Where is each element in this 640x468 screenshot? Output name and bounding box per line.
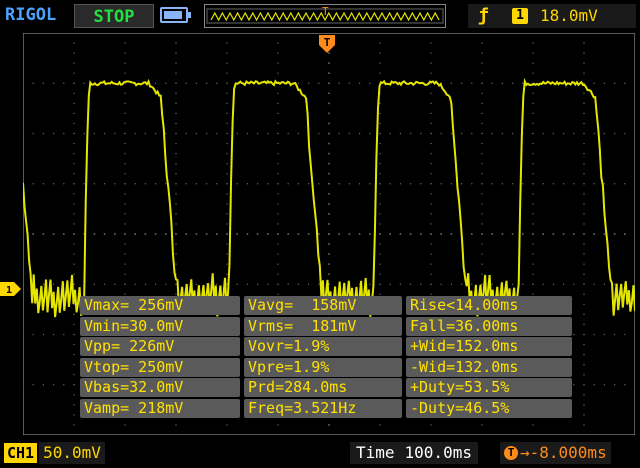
- measurement-value: Vmin=30.0mV: [80, 316, 240, 336]
- top-status-bar: RIGOL STOP T ƒ 1 18.0mV: [0, 0, 640, 32]
- trigger-panel[interactable]: ƒ 1 18.0mV: [468, 4, 636, 28]
- measurement-value: Fall=36.00ms: [406, 316, 572, 336]
- timebase-label: Time: [356, 443, 395, 462]
- rising-edge-icon: ƒ: [478, 5, 489, 26]
- measurement-row: Vpp= 226mV Vovr=1.9% +Wid=152.0ms: [80, 337, 572, 356]
- measurement-value: Rise<14.00ms: [406, 296, 572, 315]
- channel-1-label: CH1: [4, 443, 38, 463]
- trigger-source-badge: 1: [512, 8, 528, 24]
- measurement-row: Vamp= 218mV Freq=3.521Hz -Duty=46.5%: [80, 398, 572, 418]
- brand-logo: RIGOL: [5, 5, 57, 25]
- measurement-value: Vpre=1.9%: [244, 357, 402, 377]
- measurement-value: Prd=284.0ms: [244, 378, 402, 397]
- measurement-row: Vtop= 250mV Vpre=1.9% -Wid=132.0ms: [80, 357, 572, 377]
- run-stop-badge[interactable]: STOP: [74, 4, 154, 28]
- measurement-row: Vmin=30.0mV Vrms= 181mV Fall=36.00ms: [80, 316, 572, 336]
- battery-icon: [160, 7, 191, 23]
- timebase-readout[interactable]: Time 100.0ms: [350, 442, 478, 464]
- measurement-row: Vbas=32.0mV Prd=284.0ms +Duty=53.5%: [80, 378, 572, 397]
- measurement-value: Vavg= 158mV: [244, 296, 402, 315]
- measurement-value: Vovr=1.9%: [244, 337, 402, 356]
- measurement-value: Vmax= 256mV: [80, 296, 240, 315]
- bottom-status-bar: CH1 50.0mV Time 100.0ms T →-8.000ms: [0, 438, 640, 468]
- measurement-value: Vamp= 218mV: [80, 398, 240, 418]
- trigger-icon: T: [504, 446, 518, 460]
- channel-1-volts-div: 50.0mV: [39, 442, 105, 464]
- measurement-value: +Duty=53.5%: [406, 378, 572, 397]
- channel-1-scale[interactable]: CH1 50.0mV: [4, 442, 105, 464]
- measurement-value: -Wid=132.0ms: [406, 357, 572, 377]
- memory-depth-bar[interactable]: T: [204, 4, 446, 28]
- timebase-value: 100.0ms: [404, 443, 472, 462]
- channel-marker-label: 1: [6, 285, 12, 296]
- waveform-memory-preview: T: [206, 5, 444, 24]
- measurement-value: Vpp= 226mV: [80, 337, 240, 356]
- channel-1-ground-marker[interactable]: 1: [0, 282, 22, 296]
- trigger-offset-readout[interactable]: T →-8.000ms: [500, 442, 611, 464]
- trigger-offset-value: →-8.000ms: [520, 443, 607, 462]
- measurement-value: Vrms= 181mV: [244, 316, 402, 336]
- measurement-value: Vbas=32.0mV: [80, 378, 240, 397]
- memory-trigger-marker: T: [322, 5, 329, 18]
- trigger-level: 18.0mV: [540, 6, 598, 25]
- measurement-value: Freq=3.521Hz: [244, 398, 402, 418]
- measurement-value: +Wid=152.0ms: [406, 337, 572, 356]
- measurement-row: Vmax= 256mV Vavg= 158mV Rise<14.00ms: [80, 296, 572, 315]
- trigger-marker-label: T: [324, 36, 331, 49]
- measurement-value: -Duty=46.5%: [406, 398, 572, 418]
- measurement-value: Vtop= 250mV: [80, 357, 240, 377]
